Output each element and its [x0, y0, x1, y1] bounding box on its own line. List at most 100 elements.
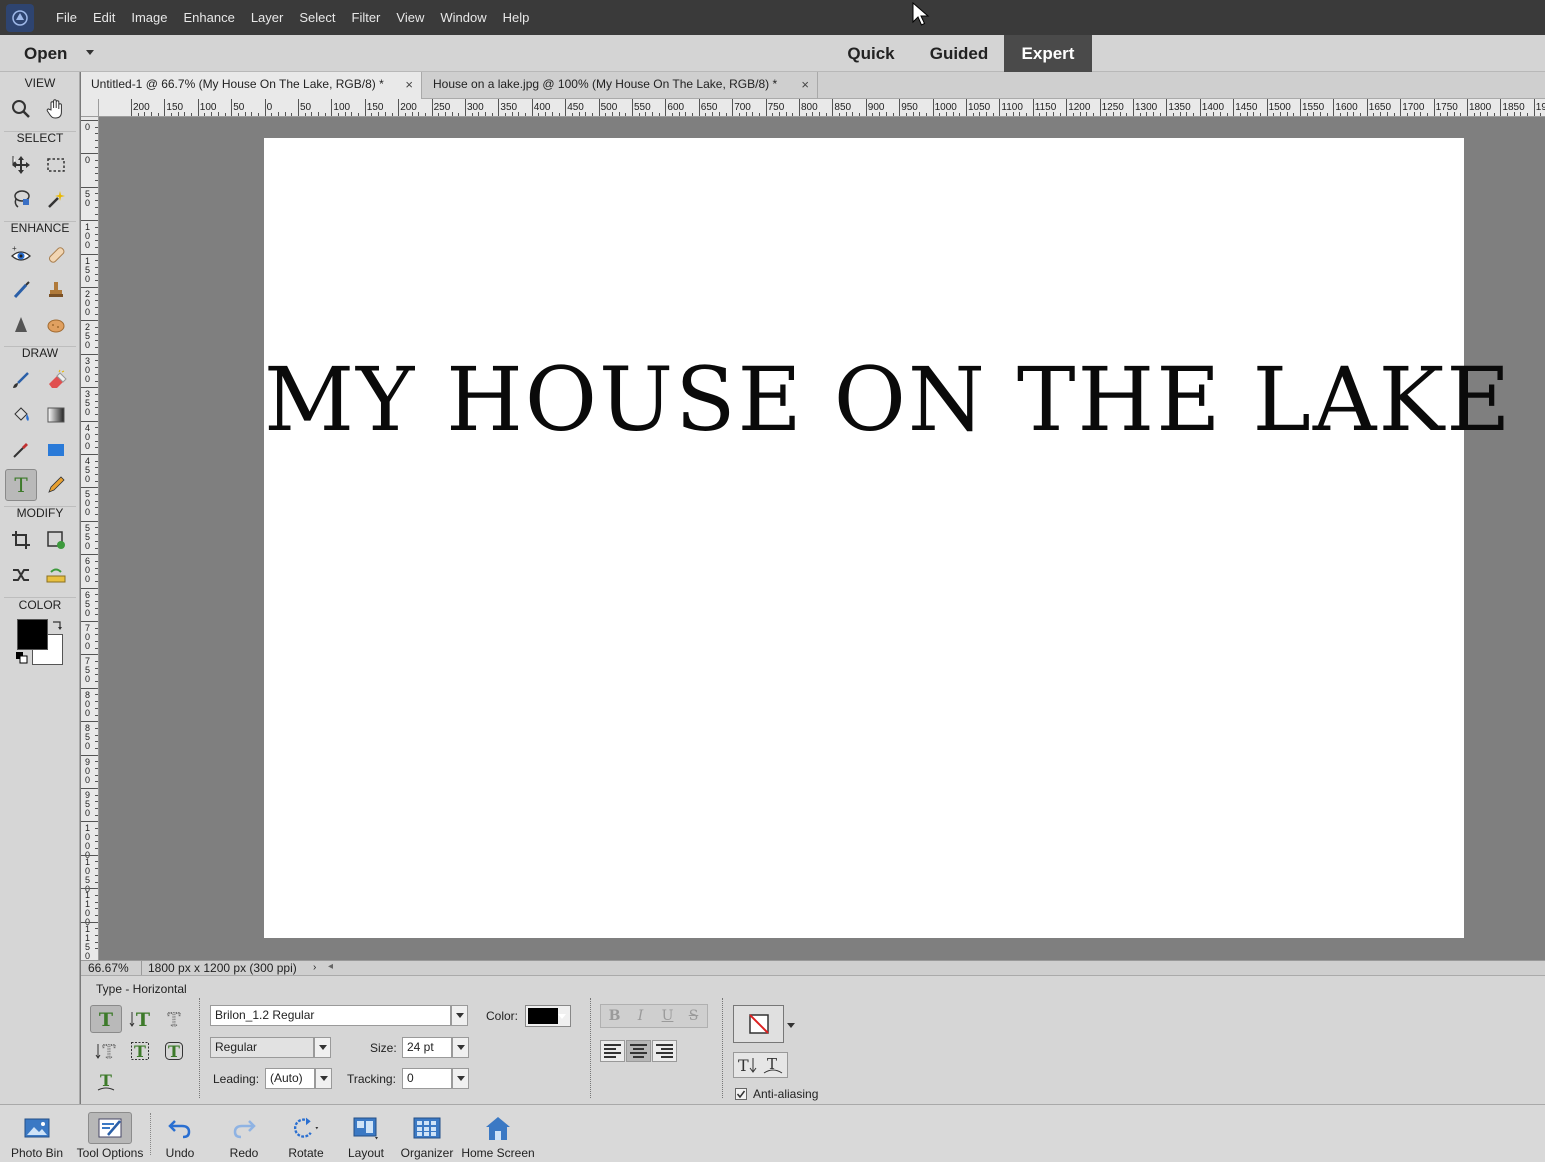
redo-button[interactable]: Redo: [224, 1105, 264, 1162]
menu-help[interactable]: Help: [495, 0, 538, 35]
marquee-tool-icon[interactable]: [40, 149, 72, 181]
document-tab-house-on-lake[interactable]: House on a lake.jpg @ 100% (My House On …: [423, 72, 818, 99]
recompose-icon[interactable]: [40, 524, 72, 556]
font-family-dropdown[interactable]: [451, 1005, 468, 1026]
change-orientation-icon[interactable]: T: [737, 1055, 759, 1078]
align-right-button[interactable]: [652, 1040, 677, 1062]
size-dropdown[interactable]: [452, 1037, 469, 1058]
font-style-dropdown[interactable]: [314, 1037, 331, 1058]
text-color-picker[interactable]: [525, 1005, 571, 1027]
ruler-major-tick: [1467, 99, 1468, 116]
tab-guided[interactable]: Guided: [922, 35, 996, 72]
eraser-icon[interactable]: [40, 364, 72, 396]
font-family-field[interactable]: Brilon_1.2 Regular: [210, 1005, 451, 1026]
text-on-path-icon[interactable]: T: [90, 1068, 122, 1096]
leading-dropdown[interactable]: [315, 1068, 332, 1089]
ruler-major-tick: [565, 99, 567, 116]
tab-expert[interactable]: Expert: [1004, 35, 1092, 72]
blur-icon[interactable]: [5, 309, 37, 341]
default-colors-icon[interactable]: [16, 652, 28, 667]
brush-icon[interactable]: [5, 364, 37, 396]
anti-aliasing-checkbox[interactable]: [735, 1088, 747, 1100]
open-button[interactable]: Open: [24, 35, 67, 72]
ruler-label: 1500: [1268, 102, 1291, 113]
style-preset-picker[interactable]: [733, 1005, 784, 1043]
pencil-icon[interactable]: [40, 469, 72, 501]
document-tab-untitled[interactable]: Untitled-1 @ 66.7% (My House On The Lake…: [81, 72, 422, 99]
hand-tool-icon[interactable]: [40, 93, 72, 125]
align-left-button[interactable]: [600, 1040, 625, 1062]
chevron-down-icon[interactable]: [787, 1023, 795, 1028]
tab-quick[interactable]: Quick: [838, 35, 904, 72]
tracking-field[interactable]: 0: [402, 1068, 452, 1089]
close-icon[interactable]: ×: [801, 72, 809, 97]
undo-button[interactable]: Undo: [160, 1105, 200, 1162]
sponge-icon[interactable]: [40, 309, 72, 341]
vertical-type-mask-icon[interactable]: T: [90, 1037, 122, 1065]
foreground-color-swatch[interactable]: [17, 619, 48, 650]
menu-window[interactable]: Window: [432, 0, 494, 35]
scroll-left-icon[interactable]: ◂: [328, 961, 333, 972]
eyedropper-icon[interactable]: [5, 434, 37, 466]
vertical-type-icon[interactable]: T: [124, 1005, 156, 1033]
italic-button[interactable]: I: [628, 1005, 653, 1027]
straighten-icon[interactable]: [40, 559, 72, 591]
clone-stamp-icon[interactable]: [40, 274, 72, 306]
smart-brush-icon[interactable]: [5, 274, 37, 306]
move-tool-icon[interactable]: [5, 149, 37, 181]
document-canvas[interactable]: MY HOUSE ON THE LAKE: [264, 138, 1510, 938]
zoom-level[interactable]: 66.67%: [88, 961, 129, 976]
spot-healing-icon[interactable]: [40, 239, 72, 271]
menu-layer[interactable]: Layer: [243, 0, 292, 35]
leading-field[interactable]: (Auto): [265, 1068, 315, 1089]
ruler-minor-tick: [438, 113, 440, 116]
crop-icon[interactable]: [5, 524, 37, 556]
gradient-icon[interactable]: [40, 399, 72, 431]
ruler-minor-tick: [95, 514, 98, 516]
type-tool-icon[interactable]: T: [5, 469, 37, 501]
rectangle-shape-icon[interactable]: [40, 434, 72, 466]
lasso-tool-icon[interactable]: [5, 183, 37, 215]
bold-button[interactable]: B: [602, 1005, 627, 1027]
elements-logo-icon[interactable]: [6, 3, 34, 32]
magic-wand-icon[interactable]: [40, 183, 72, 215]
menu-select[interactable]: Select: [291, 0, 343, 35]
home-screen-button[interactable]: Home Screen: [459, 1105, 537, 1162]
ruler-minor-tick: [95, 547, 98, 549]
chevron-right-icon[interactable]: ›: [313, 962, 316, 973]
ruler-minor-tick: [1092, 113, 1094, 116]
menu-image[interactable]: Image: [123, 0, 175, 35]
align-center-button[interactable]: [626, 1040, 651, 1062]
font-style-field[interactable]: Regular: [210, 1037, 314, 1058]
content-aware-move-icon[interactable]: [5, 559, 37, 591]
horizontal-type-icon[interactable]: T: [90, 1005, 122, 1033]
ruler-label: 150: [166, 102, 184, 113]
layout-button[interactable]: Layout: [344, 1105, 388, 1162]
menu-enhance[interactable]: Enhance: [176, 0, 243, 35]
horizontal-type-mask-icon[interactable]: T: [158, 1005, 190, 1033]
canvas-text-layer[interactable]: MY HOUSE ON THE LAKE: [264, 348, 1510, 451]
text-on-shape-icon[interactable]: T: [158, 1037, 190, 1065]
menu-edit[interactable]: Edit: [85, 0, 123, 35]
open-dropdown-icon[interactable]: [86, 50, 94, 55]
paint-bucket-icon[interactable]: [5, 399, 37, 431]
tracking-dropdown[interactable]: [452, 1068, 469, 1089]
menu-filter[interactable]: Filter: [344, 0, 389, 35]
size-field[interactable]: 24 pt: [402, 1037, 452, 1058]
photo-bin-button[interactable]: Photo Bin: [8, 1105, 66, 1162]
swap-colors-icon[interactable]: [51, 619, 63, 634]
underline-button[interactable]: U: [655, 1005, 680, 1027]
menu-file[interactable]: File: [48, 0, 85, 35]
menu-view[interactable]: View: [388, 0, 432, 35]
zoom-tool-icon[interactable]: [5, 93, 37, 125]
close-icon[interactable]: ×: [405, 72, 413, 97]
red-eye-icon[interactable]: +: [5, 239, 37, 271]
tool-options-button[interactable]: Tool Options: [72, 1105, 148, 1162]
organizer-button[interactable]: Organizer: [398, 1105, 456, 1162]
warp-text-icon[interactable]: T: [762, 1055, 784, 1078]
text-on-selection-icon[interactable]: T: [124, 1037, 156, 1065]
rotate-button[interactable]: Rotate: [284, 1105, 328, 1162]
canvas-workspace[interactable]: MY HOUSE ON THE LAKE: [99, 117, 1545, 960]
ruler-minor-tick: [95, 761, 98, 763]
strikethrough-button[interactable]: S: [681, 1005, 706, 1027]
